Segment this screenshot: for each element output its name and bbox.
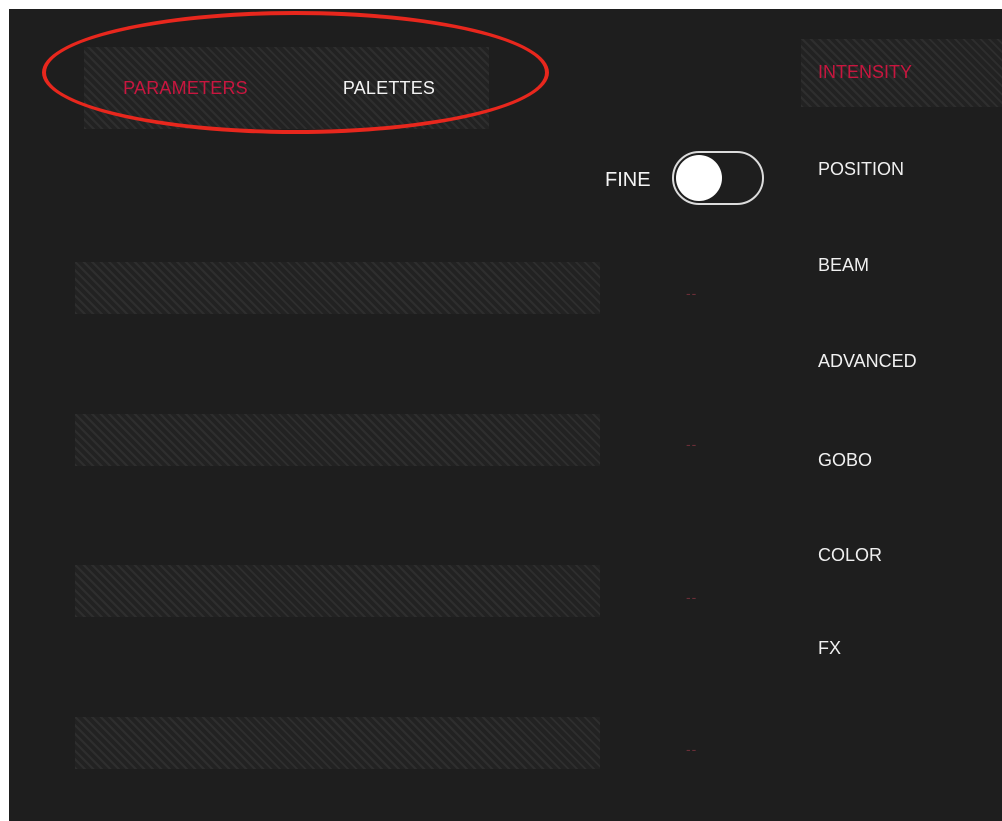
fixture-panel: PARAMETERS PALETTES INTENSITY POSITION B… bbox=[9, 9, 1002, 821]
parameter-slider-2[interactable] bbox=[75, 414, 600, 466]
category-position[interactable]: POSITION bbox=[818, 159, 904, 180]
parameter-slider-3[interactable] bbox=[75, 565, 600, 617]
parameter-slider-4[interactable] bbox=[75, 717, 600, 769]
parameter-value-2: -- bbox=[686, 436, 698, 452]
parameter-value-3: -- bbox=[686, 589, 698, 605]
category-color[interactable]: COLOR bbox=[818, 545, 882, 566]
fine-toggle[interactable] bbox=[672, 151, 764, 205]
fine-label: FINE bbox=[605, 169, 651, 191]
category-fx[interactable]: FX bbox=[818, 638, 841, 659]
fine-toggle-knob bbox=[676, 155, 722, 201]
category-gobo[interactable]: GOBO bbox=[818, 450, 872, 471]
category-advanced[interactable]: ADVANCED bbox=[818, 351, 917, 372]
parameter-value-4: -- bbox=[686, 741, 698, 757]
tab-parameters[interactable]: PARAMETERS bbox=[84, 47, 287, 129]
category-beam[interactable]: BEAM bbox=[818, 255, 869, 276]
category-intensity[interactable]: INTENSITY bbox=[818, 62, 912, 83]
parameter-slider-1[interactable] bbox=[75, 262, 600, 314]
parameter-value-1: -- bbox=[686, 285, 698, 301]
tab-palettes[interactable]: PALETTES bbox=[289, 47, 489, 129]
